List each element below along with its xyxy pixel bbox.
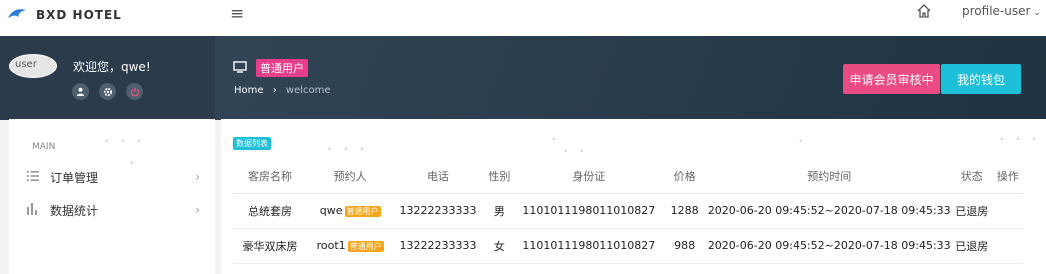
breadcrumb-home[interactable]: Home (234, 85, 264, 96)
breadcrumb-current: welcome (285, 85, 331, 96)
user-icon[interactable] (72, 83, 89, 100)
column-header: 预约时间 (707, 159, 951, 194)
cell-id-card: 110101119801101082​7 (516, 228, 662, 264)
cell-gender: 女 (482, 228, 517, 264)
header-banner: user 欢迎您，qwe! 普通用户 Home › welcome 申请会员审核… (0, 36, 1046, 120)
cell-user: root1 普通用户 (307, 228, 394, 264)
column-header: 预约人 (307, 159, 394, 194)
user-panel: user 欢迎您，qwe! (0, 36, 215, 120)
profile-menu[interactable]: profile-user ⌄ (962, 4, 1041, 18)
column-header: 电话 (393, 159, 483, 194)
home-icon[interactable] (916, 3, 932, 23)
sidebar-item-label: 数据统计 (50, 203, 99, 218)
decorative-dots: • • (563, 147, 589, 157)
gear-icon[interactable] (99, 83, 116, 100)
sidebar-item-label: 订单管理 (50, 170, 99, 185)
cell-action[interactable] (992, 228, 1023, 264)
cell-room: 总统套房 (233, 193, 308, 229)
profile-label: profile-user (962, 4, 1031, 18)
column-header: 客房名称 (233, 159, 308, 194)
user-type-badge: 普通用户 (344, 206, 381, 217)
column-header: 性别 (482, 159, 517, 194)
column-header: 价格 (661, 159, 708, 194)
brand-logo[interactable]: BXD HOTEL (8, 5, 122, 24)
table-header-row: 客房名称 预约人 电话 性别 身份证 价格 预约时间 状态 操作 (233, 159, 1023, 194)
user-actions (72, 83, 143, 100)
sidebar: • • • • MAIN 订单管理 › 数据统计 › (9, 119, 215, 274)
cell-price: 1288 (661, 193, 708, 229)
cell-user: qwe 普通用户 (307, 193, 394, 229)
table-row[interactable]: 总统套房 qwe 普通用户 13222233333 男 1101011198011… (233, 193, 1023, 229)
my-wallet-button[interactable]: 我的钱包 (941, 64, 1021, 94)
user-name: qwe (319, 204, 343, 217)
cell-room: 豪华双床房 (233, 228, 308, 264)
power-icon[interactable] (126, 83, 143, 100)
sidebar-item-statistics[interactable]: 数据统计 › (9, 195, 215, 225)
table-row[interactable]: 豪华双床房 root1 普通用户 13222233333 女 1101011198… (233, 228, 1023, 264)
cell-phone: 13222233333 (393, 193, 483, 229)
main-content: • • • • • • • • • • 数据列表 客房名称 预约人 电话 性别 … (221, 119, 1046, 274)
list-icon (27, 170, 41, 184)
decorative-dots: • • • (327, 145, 369, 155)
welcome-text: 欢迎您，qwe! (73, 60, 151, 74)
cell-time: 2020-06-20 09:45:52~2020-07-18 09:45:33 (707, 193, 951, 229)
sidebar-item-orders[interactable]: 订单管理 › (9, 162, 215, 192)
decorative-dots: • • • (999, 135, 1041, 145)
data-list-badge: 数据列表 (233, 137, 271, 150)
top-navbar: BXD HOTEL ≡ profile-user ⌄ (0, 0, 1046, 36)
column-header: 状态 (950, 159, 993, 194)
user-name: root1 (316, 239, 346, 252)
decorative-dots: • (798, 137, 808, 147)
chevron-down-icon: ⌄ (1033, 8, 1041, 18)
cell-id-card: 110101119801101082​7 (516, 193, 662, 229)
cell-status: 已退房 (950, 228, 993, 264)
sidebar-caption: MAIN (32, 142, 56, 152)
column-header: 身份证 (516, 159, 662, 194)
cell-phone: 13222233333 (393, 228, 483, 264)
breadcrumb: Home › welcome (234, 85, 331, 96)
chevron-right-icon: › (195, 170, 200, 184)
decorative-dots: • (551, 135, 561, 145)
monitor-icon (233, 58, 247, 77)
role-badge: 普通用户 (256, 59, 308, 77)
brand-name: BXD HOTEL (36, 7, 122, 22)
bird-logo-icon (8, 5, 26, 24)
hamburger-icon[interactable]: ≡ (230, 4, 244, 24)
chevron-right-icon: › (195, 203, 200, 217)
apply-membership-button[interactable]: 申请会员审核中 (843, 64, 940, 94)
cell-action[interactable] (992, 193, 1023, 229)
column-header: 操作 (992, 159, 1023, 194)
cell-gender: 男 (482, 193, 517, 229)
avatar[interactable]: user (9, 54, 57, 78)
cell-status: 已退房 (950, 193, 993, 229)
cell-price: 988 (661, 228, 708, 264)
cell-time: 2020-06-20 09:45:52~2020-07-18 09:45:33 (707, 228, 951, 264)
breadcrumb-separator-icon: › (272, 85, 277, 96)
decorative-dots: • • • (104, 137, 146, 147)
bar-chart-icon (27, 202, 41, 218)
user-type-badge: 普通用户 (347, 241, 384, 252)
reservations-table: 客房名称 预约人 电话 性别 身份证 价格 预约时间 状态 操作 总统套房 qw… (233, 159, 1023, 264)
